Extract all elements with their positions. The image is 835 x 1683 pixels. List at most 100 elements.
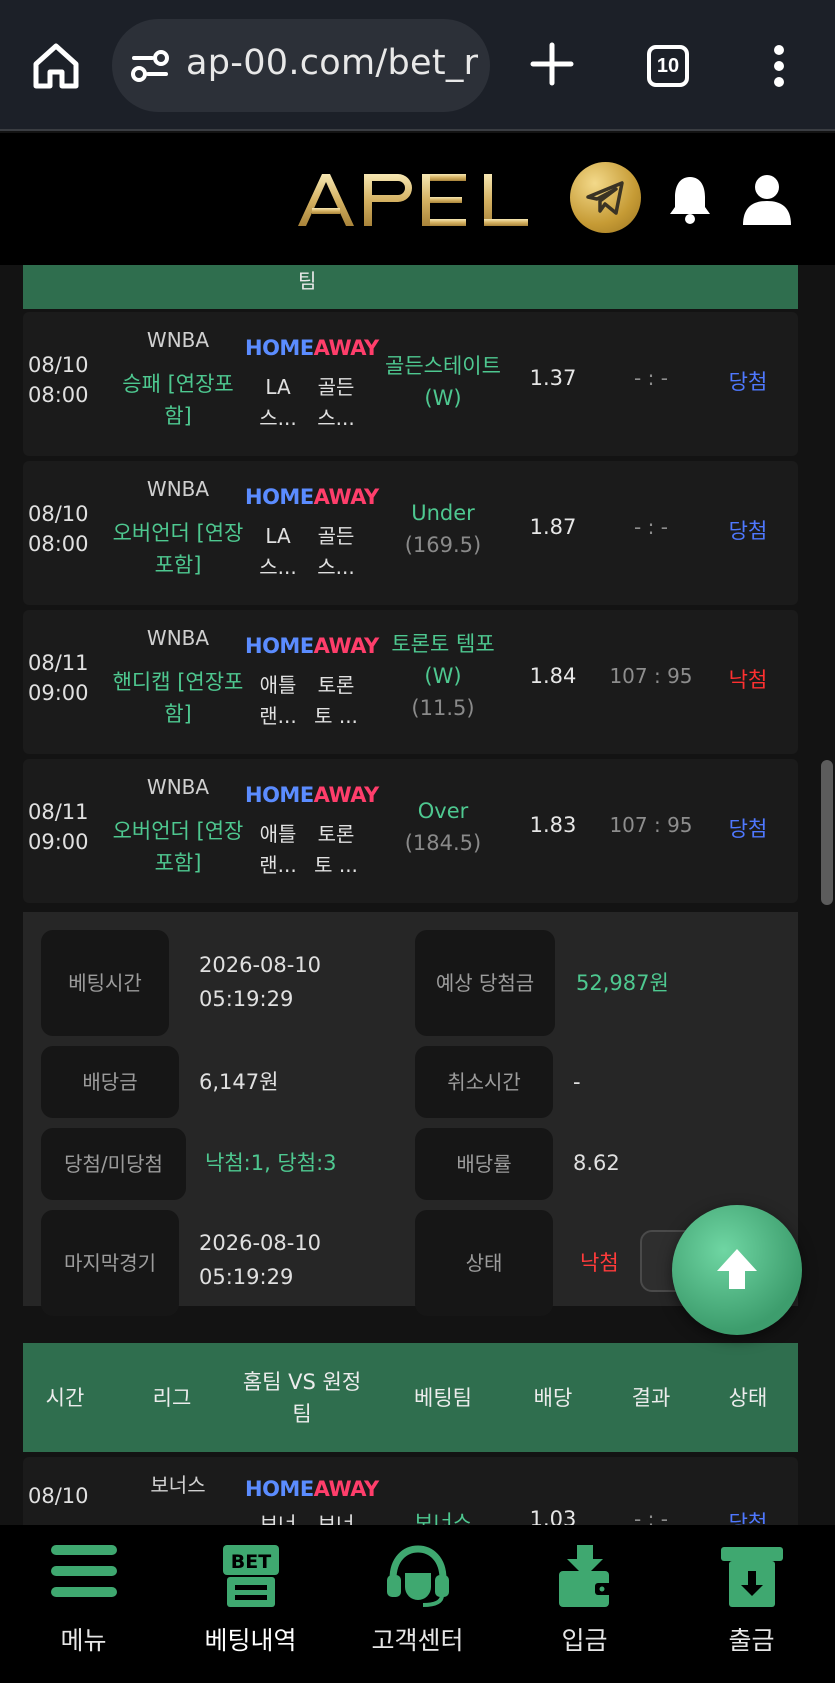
bet-score: - : - [634,366,668,390]
home-team: LA 스... [259,524,297,579]
deposit-icon [558,1545,613,1607]
notification-bell-icon[interactable] [667,173,713,225]
nav-deposit-label: 입금 [561,1626,608,1655]
stake-value: 6,147원 [199,1070,279,1094]
new-tab-icon[interactable] [530,42,574,86]
nav-customer-center[interactable]: 고객센터 [334,1525,501,1683]
bet-status: 당첨 [728,817,768,841]
bet-league: WNBA [146,775,210,799]
nav-withdraw[interactable]: 출금 [668,1525,835,1683]
bet-league: WNBA [146,626,210,650]
away-team: 골든 스... [317,524,355,579]
bet-pick: 토론토 템포(W) (11.5) [391,632,495,720]
bet-row[interactable]: 08/11 09:00 WNBA 오버언더 [연장포함] HOMEAWAY 애틀 … [23,759,798,903]
site-settings-icon[interactable] [130,47,170,85]
bet-market: 승패 [연장포함] [122,372,234,428]
bet-status: 당첨 [728,1511,768,1525]
home-away-label: HOMEAWAY [245,783,379,807]
state-label: 상태 [415,1210,553,1316]
headset-icon [386,1545,449,1607]
home-away-label: HOMEAWAY [245,634,379,658]
cancel-time-label: 취소시간 [415,1046,553,1118]
menu-icon [50,1545,117,1597]
home-team: 보너 [259,1512,297,1525]
header-teams: 홈팀 VS 원정팀 [242,1369,362,1426]
header-text-tail: 팀 [298,269,317,293]
bet-pick: 보너스 [414,1511,472,1525]
bet-odds: 1.84 [529,664,577,688]
header-league: 리그 [152,1385,192,1410]
bet-icon: BET [222,1545,279,1607]
bet-score: - : - [634,515,668,539]
header-odds: 배당 [533,1385,573,1410]
home-team: 애틀 랜... [259,673,297,728]
last-game-label: 마지막경기 [41,1210,179,1316]
bet-league: WNBA [146,477,210,501]
header-pick: 베팅팀 [414,1385,472,1410]
bet-league: 보너스 [150,1473,206,1497]
user-profile-icon[interactable] [741,173,793,225]
bet-odds: 1.03 [529,1507,577,1525]
bet-row[interactable]: 08/10 08:00 WNBA 승패 [연장포함] HOMEAWAY LA 스.… [23,312,798,456]
telegram-button[interactable] [570,162,641,233]
withdraw-icon [720,1547,783,1607]
rate-label: 배당률 [415,1128,553,1200]
bet-pick: Over (184.5) [404,799,482,855]
rate-value: 8.62 [573,1151,620,1175]
url-text[interactable]: ap-00.com/bet_r [186,43,480,83]
expected-win-value: 52,987원 [576,971,669,995]
more-options-icon[interactable] [772,44,786,88]
bet-pick: 골든스테이트(W) [385,354,501,410]
nav-withdraw-label: 출금 [728,1626,775,1655]
tab-switcher-button[interactable]: 10 [647,45,689,87]
apel-logo[interactable] [298,170,538,230]
telegram-icon [586,181,624,215]
bet-score: 107 : 95 [609,664,693,688]
bet-date: 08/11 09:00 [28,651,89,705]
nav-bet-history-label: 베팅내역 [204,1626,297,1655]
app-header [0,133,835,265]
away-team: 골든 스... [317,375,355,430]
bet-market: 오버언더 [연장포함] [112,819,244,875]
away-team: 토론 토 ... [314,822,358,877]
bet-status: 당첨 [728,519,768,543]
header-status: 상태 [728,1385,768,1410]
home-icon[interactable] [30,40,82,92]
bet-status: 당첨 [728,370,768,394]
bet-time-value: 2026-08-10 05:19:29 [199,953,322,1011]
nav-deposit[interactable]: 입금 [501,1525,668,1683]
away-team: 보너 [317,1512,355,1525]
bet-date: 08/10 [28,1484,89,1508]
bet-market: 오버언더 [연장포함] [112,521,244,577]
header-result: 결과 [631,1385,671,1410]
bet-history-content[interactable]: 팀 08/10 08:00 WNBA 승패 [연장포함] HOMEAWAY LA … [0,265,835,1525]
nav-menu[interactable]: 메뉴 [0,1525,167,1683]
arrow-up-icon [717,1249,757,1289]
bet-pick: Under (169.5) [404,501,482,557]
expected-win-label: 예상 당첨금 [415,930,555,1036]
bet-date: 08/11 09:00 [28,800,89,854]
bet-score: 107 : 95 [609,813,693,837]
home-team: LA 스... [259,375,297,430]
bet-market: 핸디캡 [연장포함] [112,670,244,726]
home-away-label: HOMEAWAY [245,485,379,509]
nav-customer-center-label: 고객센터 [371,1626,464,1655]
address-bar[interactable]: ap-00.com/bet_r [112,19,490,112]
svg-text:BET: BET [230,1551,270,1573]
cancel-time-value: - [573,1070,581,1094]
result-value: 낙첨:1, 당첨:3 [205,1151,337,1175]
bet-odds: 1.37 [529,366,577,390]
nav-bet-history[interactable]: BET 베팅내역 [167,1525,334,1683]
scroll-top-button[interactable] [672,1205,802,1335]
bet-odds: 1.87 [529,515,577,539]
bet-row[interactable]: 08/11 09:00 WNBA 핸디캡 [연장포함] HOMEAWAY 애틀 랜… [23,610,798,754]
scrollbar-thumb[interactable] [821,760,833,905]
browser-toolbar: ap-00.com/bet_r 10 [0,0,835,131]
bet-date: 08/10 08:00 [28,353,89,407]
bet-row[interactable]: 08/10 08:00 WNBA 오버언더 [연장포함] HOMEAWAY LA … [23,461,798,605]
bet-odds: 1.83 [529,813,577,837]
bet-status: 낙첨 [728,668,768,692]
nav-menu-label: 메뉴 [60,1626,107,1655]
last-game-value: 2026-08-10 05:19:29 [199,1231,322,1289]
bet-row[interactable]: 08/10 보너스 HOMEAWAY 보너 보너 보너스 1.03 - : - … [23,1457,798,1525]
